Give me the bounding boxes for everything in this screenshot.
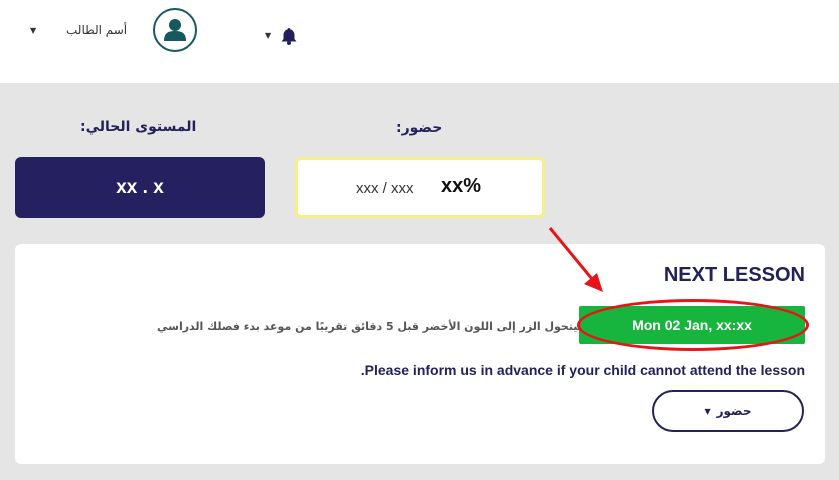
top-bar: ▼ أسم الطالب ▼: [0, 0, 839, 83]
student-name[interactable]: أسم الطالب: [66, 23, 127, 37]
attendance-percent: xx%: [441, 175, 482, 197]
attendance-label: حضور:: [396, 120, 443, 136]
current-level-value: xx . x: [116, 176, 164, 198]
lesson-button-hint: سيتحول الزر إلى اللون الأخضر قبل 5 دقائق…: [157, 320, 589, 333]
attendance-dropdown[interactable]: ▼ حضور: [652, 390, 804, 432]
inform-notice: .Please inform us in advance if your chi…: [360, 362, 805, 378]
current-level-box: xx . x: [15, 157, 265, 218]
current-level-label: المستوى الحالي:: [80, 119, 197, 135]
bell-icon[interactable]: [281, 28, 297, 45]
join-lesson-button[interactable]: Mon 02 Jan, xx:xx: [579, 306, 805, 344]
attendance-box: xxx / xxx xx%: [295, 157, 545, 218]
user-avatar-icon[interactable]: [153, 8, 197, 52]
next-lesson-card: NEXT LESSON سيتحول الزر إلى اللون الأخضر…: [15, 244, 825, 464]
attendance-count: xxx / xxx: [356, 180, 414, 197]
next-lesson-title: NEXT LESSON: [663, 264, 805, 286]
caret-down-icon: ▼: [704, 406, 711, 416]
user-menu-caret-icon[interactable]: ▼: [30, 26, 36, 35]
attendance-dropdown-label: حضور: [716, 404, 752, 418]
notifications-caret-icon[interactable]: ▼: [265, 31, 271, 40]
